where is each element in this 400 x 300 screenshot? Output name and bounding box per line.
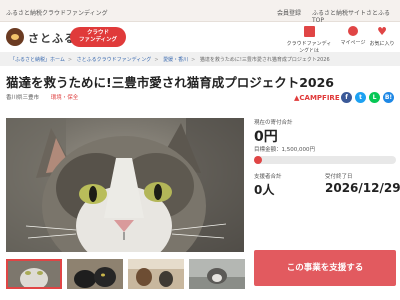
campfire-logo: ▲CAMPFIRE xyxy=(294,94,340,102)
goal-amount: 目標金額：1,500,000円 xyxy=(254,147,315,153)
site-tagline: ふるさと納税クラウドファンディング xyxy=(6,10,108,17)
breadcrumb: 「ふるさと納税」ホーム > さとふるクラウドファンディング > 愛媛・香川 > 猫達を… xyxy=(0,52,400,66)
badge-line-1: クラウド xyxy=(86,30,109,36)
nav-favorites[interactable]: お気に入り xyxy=(362,26,400,47)
twitter-share-icon[interactable]: t xyxy=(355,92,366,103)
category-tag[interactable]: 環境・保全 xyxy=(51,95,79,101)
supporters-count: 0人 xyxy=(254,183,275,197)
facebook-share-icon[interactable]: f xyxy=(341,92,352,103)
register-link[interactable]: 会員登録 xyxy=(277,8,301,17)
image-thumbnails xyxy=(6,259,245,289)
breadcrumb-home[interactable]: 「ふるさと納税」ホーム xyxy=(10,57,65,63)
top-strip: ふるさと納税クラウドファンディング 会員登録 ふるさと納税サイトさとふるTOP xyxy=(0,0,400,24)
thumbnail-3[interactable] xyxy=(128,259,184,289)
user-icon xyxy=(348,26,358,36)
project-meta: 香川県三豊市 環境・保全 xyxy=(6,93,78,101)
crowdfunding-badge[interactable]: クラウド ファンディング xyxy=(70,27,126,47)
progress-bar xyxy=(254,156,396,164)
breadcrumb-region[interactable]: 愛媛・香川 xyxy=(163,57,188,63)
municipality-link[interactable]: 香川県三豊市 xyxy=(6,95,39,101)
badge-line-2: ファンディング xyxy=(78,37,118,43)
project-main-image xyxy=(6,118,244,252)
document-icon xyxy=(303,26,315,37)
cat-photo xyxy=(6,118,244,252)
nav-about-crowdfunding[interactable]: クラウドファンディングとは xyxy=(285,26,333,54)
thumbnail-4[interactable] xyxy=(189,259,245,289)
satofull-logo-icon[interactable] xyxy=(6,28,24,46)
line-share-icon[interactable]: L xyxy=(369,92,380,103)
current-total-amount: 0円 xyxy=(254,129,278,145)
page-title: 猫達を救うために!三豊市愛され猫育成プロジェクト2026 xyxy=(6,75,334,90)
breadcrumb-crowdfunding[interactable]: さとふるクラウドファンディング xyxy=(77,57,152,63)
support-project-button[interactable]: この事業を支援する xyxy=(254,250,396,286)
progress-bar-fill xyxy=(254,156,262,164)
deadline-date: 2026/12/29 xyxy=(325,181,400,195)
thumbnail-1[interactable] xyxy=(6,259,62,289)
nav-label: お気に入り xyxy=(369,41,395,47)
supporters-label: 支援者合計 xyxy=(254,174,282,180)
site-logo-text[interactable]: さとふる xyxy=(28,30,76,46)
deadline-label: 受付終了日 xyxy=(325,174,353,180)
campfire-text: CAMPFIRE xyxy=(299,94,340,102)
thumbnail-2[interactable] xyxy=(67,259,123,289)
current-total-label: 現在の寄付合計 xyxy=(254,120,293,126)
hatena-bookmark-icon[interactable]: B! xyxy=(383,92,394,103)
site-header: さとふる クラウド ファンディング クラウドファンディングとは マイページ お気… xyxy=(0,22,400,54)
breadcrumb-current: 猫達を救うために!三豊市愛され猫育成プロジェクト2026 xyxy=(199,57,330,63)
heart-icon xyxy=(377,26,388,37)
